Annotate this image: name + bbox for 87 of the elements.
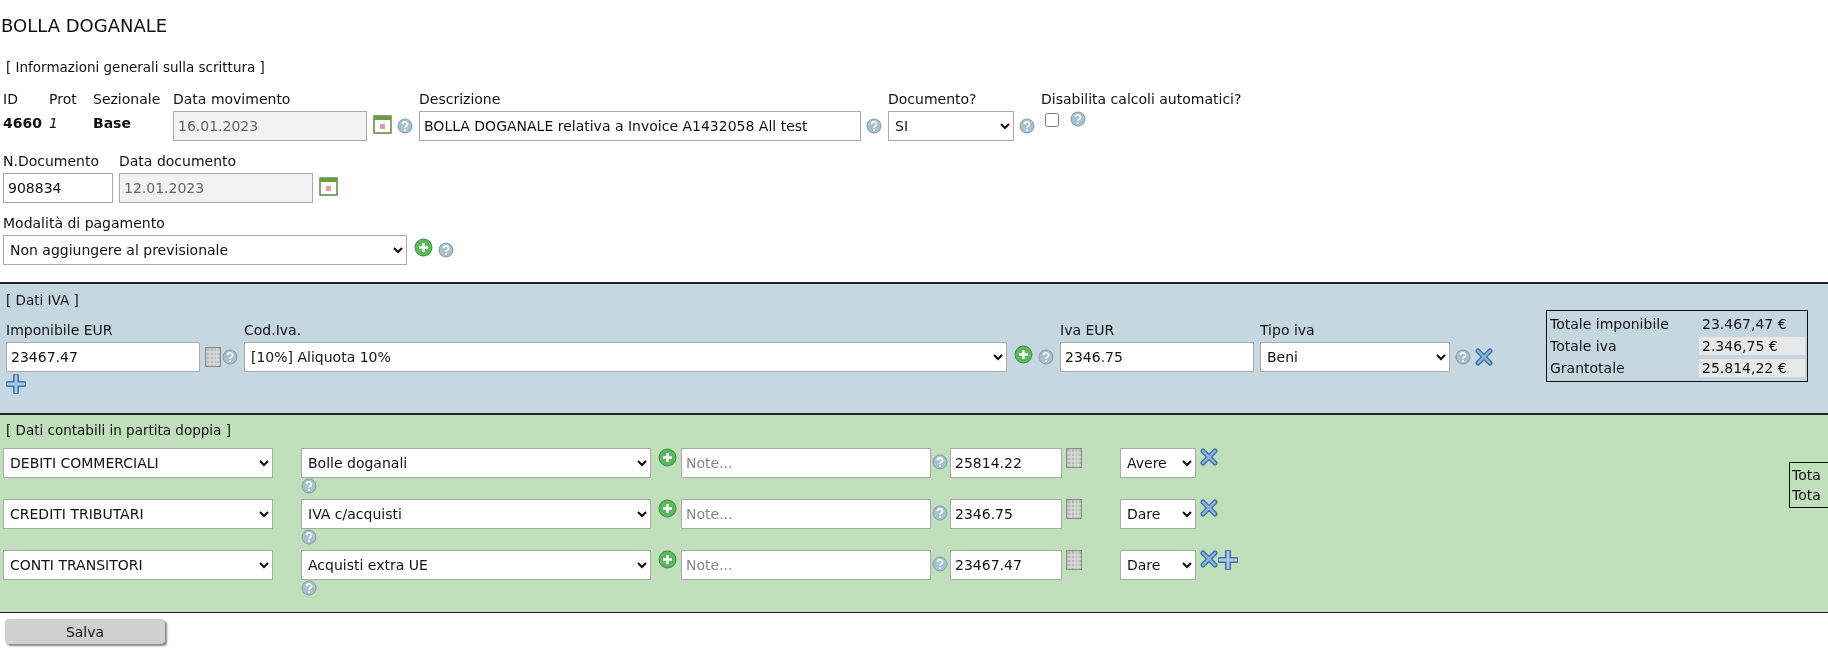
calendar-icon[interactable] [319,176,338,196]
help-icon[interactable] [866,118,882,134]
sezionale-value: Base [93,114,132,133]
total-value: 23.467,47 € [1701,315,1788,333]
note-input[interactable]: Note... [681,499,931,529]
delete-icon[interactable] [1475,348,1493,366]
account-select[interactable]: CREDITI TRIBUTARI [3,499,273,529]
help-icon[interactable] [1019,118,1035,134]
vat-type-select[interactable]: Beni [1260,342,1450,372]
vat-amount-input[interactable]: 2346.75 [1060,342,1254,372]
note-input[interactable]: Note... [681,550,931,580]
document-number-input[interactable]: 908834 [3,173,113,203]
amount-input[interactable]: 23467.47 [950,550,1062,580]
total-label: Tota [1792,486,1822,505]
total-label: Grantotale [1550,360,1625,376]
field-label: Iva EUR [1060,322,1116,340]
description-input[interactable]: BOLLA DOGANALE relativa a Invoice A1432058 All test [419,111,861,141]
subaccount-select[interactable]: Bolle doganali [301,448,651,478]
field-label: N.Documento [3,153,101,171]
delete-icon[interactable] [1200,550,1218,568]
account-select[interactable]: DEBITI COMMERCIALI [3,448,273,478]
help-icon[interactable] [1455,349,1471,365]
total-label: Tota [1792,466,1822,485]
help-icon[interactable] [932,556,948,572]
help-icon[interactable] [932,505,948,521]
subaccount-select[interactable]: Acquisti extra UE [301,550,651,580]
help-icon[interactable] [301,478,317,494]
field-label: Documento? [888,91,978,109]
page-title: BOLLA DOGANALE [0,14,169,38]
field-label: Data documento [119,153,238,171]
field-label: Data movimento [173,91,292,109]
date-input[interactable]: 12.01.2023 [119,173,313,203]
note-input[interactable]: Note... [681,448,931,478]
taxable-amount-input[interactable]: 23467.47 [6,342,200,372]
calculator-icon[interactable] [205,347,221,367]
help-icon[interactable] [1038,349,1054,365]
add-icon[interactable] [414,237,433,257]
add-icon[interactable] [658,448,677,467]
date-input[interactable]: 16.01.2023 [173,111,367,141]
field-label: Imponibile EUR [6,322,114,340]
add-icon[interactable] [658,499,677,518]
total-label: Totale imponibile [1550,316,1669,332]
prot-value: 1 [49,114,59,133]
debit-credit-select[interactable]: Dare [1120,550,1196,580]
account-select[interactable]: CONTI TRANSITORI [3,550,273,580]
help-icon[interactable] [301,529,317,545]
add-icon[interactable] [1014,344,1033,364]
field-label: Tipo iva [1260,322,1316,340]
field-label: Descrizione [419,91,502,109]
debit-credit-select[interactable]: Dare [1120,499,1196,529]
calculator-icon[interactable] [1066,550,1082,570]
add-icon[interactable] [658,550,677,569]
calendar-icon[interactable] [373,114,392,134]
section-heading: [ Dati contabili in partita doppia ] [5,422,232,438]
save-button[interactable]: Salva [5,619,165,644]
field-label: Prot [49,91,78,109]
field-label: Modalità di pagamento [3,215,166,233]
help-icon[interactable] [1070,111,1086,127]
calculator-icon[interactable] [1066,448,1082,468]
document-select[interactable]: SI [888,111,1014,141]
section-heading: [ Dati IVA ] [6,292,80,308]
amount-input[interactable]: 25814.22 [950,448,1062,478]
amount-input[interactable]: 2346.75 [950,499,1062,529]
checkbox[interactable] [1045,113,1059,127]
field-label: Disabilita calcoli automatici? [1041,91,1242,109]
add-row-icon[interactable] [1218,550,1238,570]
total-value: 2.346,75 € [1699,337,1805,355]
field-label: ID [3,91,19,109]
vat-code-select[interactable]: [10%] Aliquota 10% [244,342,1007,372]
help-icon[interactable] [438,242,454,258]
total-label: Totale iva [1550,338,1617,354]
help-icon[interactable] [932,454,948,470]
help-icon[interactable] [222,349,238,365]
payment-select[interactable]: Non aggiungere al previsionale [3,235,407,265]
id-value: 4660 [3,114,43,133]
debit-credit-select[interactable]: Avere [1120,448,1196,478]
calculator-icon[interactable] [1066,499,1082,519]
subaccount-select[interactable]: IVA c/acquisti [301,499,651,529]
delete-icon[interactable] [1200,448,1218,466]
field-label: Sezionale [93,91,162,109]
add-row-icon[interactable] [6,374,26,394]
help-icon[interactable] [301,580,317,596]
section-heading: [ Informazioni generali sulla scrittura ] [5,58,266,77]
field-label: Cod.Iva. [244,322,303,340]
total-value: 25.814,22 € [1699,359,1805,377]
delete-icon[interactable] [1200,499,1218,517]
help-icon[interactable] [397,118,413,134]
